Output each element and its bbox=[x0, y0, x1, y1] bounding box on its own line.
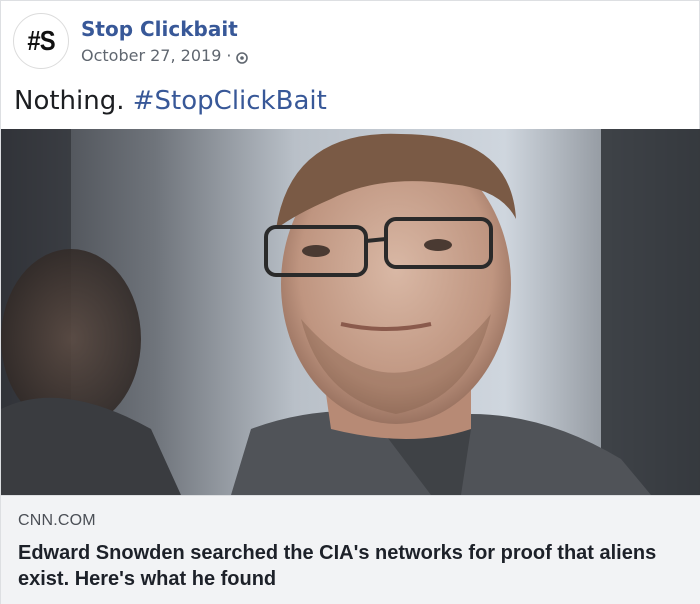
post-message-text: Nothing. bbox=[14, 86, 125, 116]
globe-icon[interactable] bbox=[236, 50, 249, 64]
hashtag-link[interactable]: #StopClickBait bbox=[133, 86, 327, 116]
link-preview-card[interactable]: CNN.COM Edward Snowden searched the CIA'… bbox=[1, 495, 700, 604]
page-name-link[interactable]: Stop Clickbait bbox=[81, 17, 248, 41]
post-date[interactable]: October 27, 2019 bbox=[81, 47, 221, 65]
post-meta: Stop Clickbait October 27, 2019 · bbox=[81, 17, 249, 65]
post-subline: October 27, 2019 · bbox=[81, 46, 249, 65]
page-avatar[interactable]: #S bbox=[13, 13, 69, 69]
avatar-logo-text: #S bbox=[27, 25, 55, 56]
meta-separator: · bbox=[226, 46, 232, 65]
photo-illustration bbox=[1, 129, 700, 495]
post-message: Nothing. #StopClickBait bbox=[14, 85, 327, 117]
link-domain: CNN.COM bbox=[18, 512, 96, 529]
facebook-post: #S Stop Clickbait October 27, 2019 · Not… bbox=[0, 0, 700, 604]
link-preview-image[interactable] bbox=[1, 129, 700, 495]
post-header: #S Stop Clickbait October 27, 2019 · bbox=[13, 11, 249, 71]
link-title[interactable]: Edward Snowden searched the CIA's networ… bbox=[18, 540, 688, 592]
